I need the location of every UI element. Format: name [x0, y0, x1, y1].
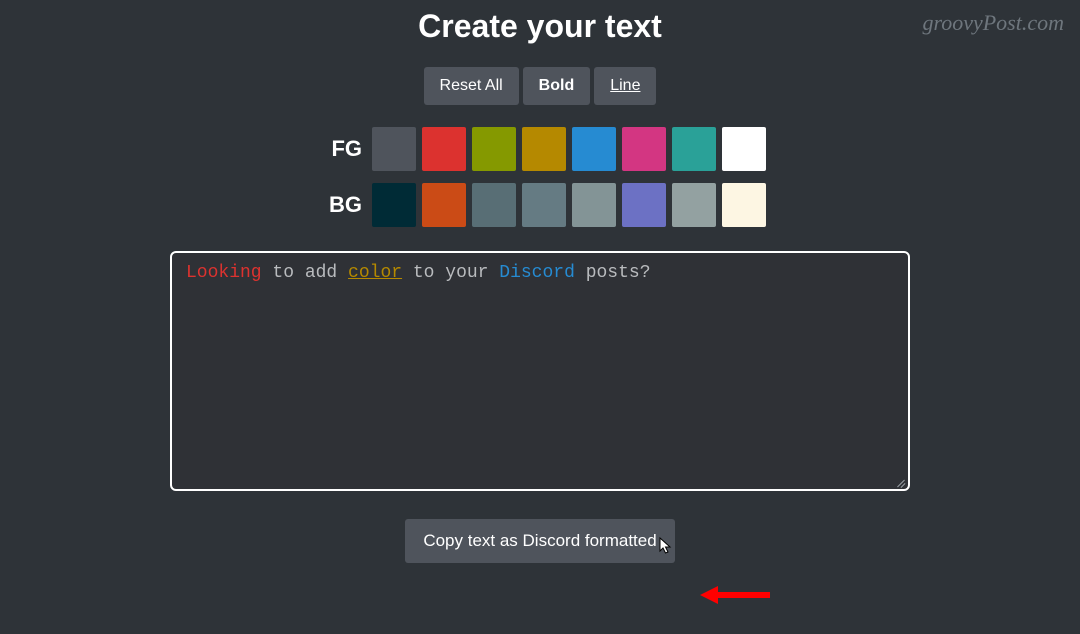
bg-label: BG: [314, 192, 362, 218]
editor-token-1: to add: [262, 263, 348, 283]
watermark-text: groovyPost.com: [922, 10, 1064, 36]
editor-token-4: Discord: [499, 263, 575, 283]
bg-swatch-3[interactable]: [522, 183, 566, 227]
fg-swatch-1[interactable]: [422, 127, 466, 171]
annotation-arrow-icon: [700, 583, 770, 607]
fg-swatch-5[interactable]: [622, 127, 666, 171]
bg-swatch-2[interactable]: [472, 183, 516, 227]
resize-handle-icon[interactable]: [892, 473, 906, 487]
line-button[interactable]: Line: [594, 67, 656, 105]
bg-swatch-5[interactable]: [622, 183, 666, 227]
fg-swatch-4[interactable]: [572, 127, 616, 171]
reset-all-button[interactable]: Reset All: [424, 67, 519, 105]
bg-swatch-4[interactable]: [572, 183, 616, 227]
fg-label: FG: [314, 136, 362, 162]
main-container: Create your text Reset All Bold Line FG …: [0, 0, 1080, 563]
editor-token-3: to your: [402, 263, 499, 283]
bold-button[interactable]: Bold: [523, 67, 591, 105]
fg-swatch-7[interactable]: [722, 127, 766, 171]
editor-token-2: color: [348, 263, 402, 283]
bg-swatch-1[interactable]: [422, 183, 466, 227]
editor-content: Looking to add color to your Discord pos…: [186, 263, 894, 283]
text-editor[interactable]: Looking to add color to your Discord pos…: [170, 251, 910, 491]
fg-swatch-6[interactable]: [672, 127, 716, 171]
fg-swatch-0[interactable]: [372, 127, 416, 171]
fg-swatch-2[interactable]: [472, 127, 516, 171]
fg-color-row: FG: [314, 127, 766, 171]
fg-swatch-3[interactable]: [522, 127, 566, 171]
copy-row: Copy text as Discord formatted: [405, 519, 674, 563]
bg-swatch-7[interactable]: [722, 183, 766, 227]
bg-swatches: [372, 183, 766, 227]
fg-swatches: [372, 127, 766, 171]
bg-color-row: BG: [314, 183, 766, 227]
bg-swatch-6[interactable]: [672, 183, 716, 227]
copy-button[interactable]: Copy text as Discord formatted: [405, 519, 674, 563]
style-toolbar: Reset All Bold Line: [424, 67, 657, 105]
bg-swatch-0[interactable]: [372, 183, 416, 227]
page-title: Create your text: [418, 8, 662, 45]
editor-token-5: posts?: [575, 263, 651, 283]
editor-token-0: Looking: [186, 263, 262, 283]
